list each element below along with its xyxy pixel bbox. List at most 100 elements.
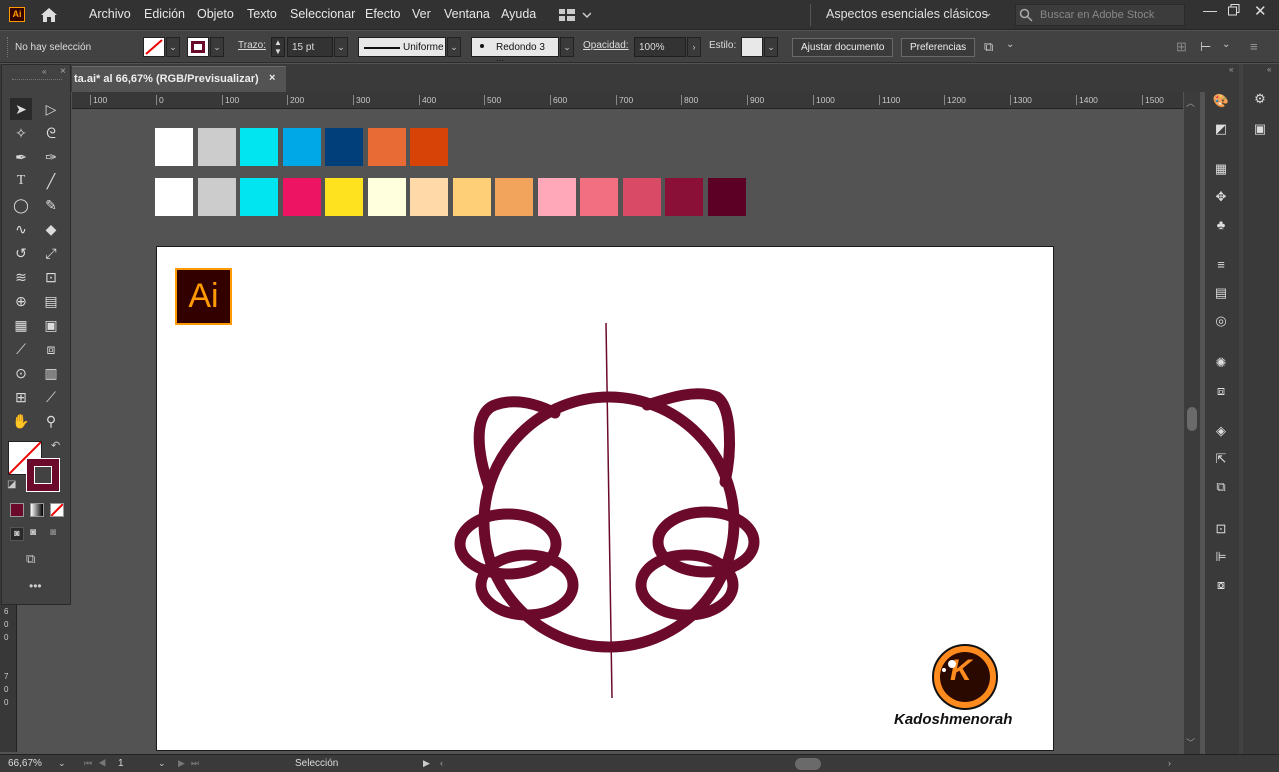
stroke-swatch[interactable]: [187, 37, 209, 57]
appearance-icon[interactable]: ✺: [1211, 354, 1231, 372]
color-swatch[interactable]: [580, 178, 618, 216]
stroke-weight-input[interactable]: 15 pt: [287, 37, 333, 57]
fill-dropdown[interactable]: ⌄: [166, 37, 180, 57]
shaper-tool-icon[interactable]: ∿: [10, 218, 32, 240]
scroll-left-icon[interactable]: ‹: [440, 758, 443, 768]
layers-icon[interactable]: ◈: [1211, 422, 1231, 440]
tab-document[interactable]: ta.ai* al 66,67% (RGB/Previsualizar) ×: [72, 66, 286, 92]
minimize-icon[interactable]: —: [1203, 2, 1217, 18]
brush-dropdown[interactable]: ⌄: [560, 37, 574, 57]
export-asset-icon[interactable]: ⇱: [1211, 450, 1231, 468]
color-swatch[interactable]: [622, 178, 661, 216]
perspective-grid-tool-icon[interactable]: ▤: [40, 290, 62, 312]
color-swatch[interactable]: [367, 128, 406, 166]
transparency-icon[interactable]: ◎: [1211, 312, 1231, 330]
gradient-tool-icon[interactable]: ▣: [40, 314, 62, 336]
scale-tool-icon[interactable]: ⤢: [40, 242, 62, 264]
opacity-input[interactable]: 100%: [634, 37, 686, 57]
artboards-icon[interactable]: ⧉: [1211, 478, 1231, 496]
color-swatch[interactable]: [707, 178, 746, 216]
draw-normal-icon[interactable]: ◙: [10, 527, 24, 541]
color-swatch[interactable]: [155, 178, 193, 216]
curvature-tool-icon[interactable]: ✑: [40, 146, 62, 168]
menu-texto[interactable]: Texto: [247, 7, 277, 21]
menu-edicion[interactable]: Edición: [144, 7, 185, 21]
artboard-tool-icon[interactable]: ⊞: [10, 386, 32, 408]
menu-ventana[interactable]: Ventana: [444, 7, 490, 21]
color-swatch[interactable]: [197, 178, 236, 216]
stock-search-input[interactable]: Buscar en Adobe Stock: [1015, 4, 1185, 26]
stroke-label[interactable]: Trazo:: [238, 40, 266, 51]
workspace-switcher[interactable]: Aspectos esenciales clásicos: [826, 7, 988, 21]
color-swatch[interactable]: [410, 128, 448, 166]
draw-inside-icon[interactable]: ◙: [50, 527, 56, 538]
fill-none-swatch[interactable]: [143, 37, 165, 57]
color-swatch[interactable]: [325, 128, 363, 166]
stroke-stepper[interactable]: ▲ ▼: [271, 37, 285, 57]
stroke-dropdown[interactable]: ⌄: [210, 37, 224, 57]
chevron-down-icon[interactable]: ⌄: [1006, 39, 1014, 50]
close-tab-icon[interactable]: ×: [269, 72, 275, 84]
chevron-down-icon[interactable]: ⌄: [58, 758, 66, 769]
artboard-number[interactable]: 1: [118, 758, 124, 769]
direct-selection-tool-icon[interactable]: ▷: [40, 98, 62, 120]
status-menu-icon[interactable]: ▶: [423, 758, 430, 769]
eyedropper-tool-icon[interactable]: ⟋: [10, 338, 32, 360]
brushes-icon[interactable]: ✥: [1211, 188, 1231, 206]
vertical-scroll-thumb[interactable]: [1187, 407, 1197, 431]
color-swatch[interactable]: [155, 128, 193, 166]
gradient-mode-icon[interactable]: [30, 503, 44, 517]
pathfinder-icon[interactable]: ⧇: [1211, 576, 1231, 594]
slice-tool-icon[interactable]: ⟋: [40, 386, 62, 408]
color-swatch[interactable]: [665, 178, 703, 216]
brush-definition[interactable]: Redondo 3 ...: [471, 37, 559, 64]
color-swatch[interactable]: [240, 128, 278, 166]
hand-tool-icon[interactable]: ✋: [10, 410, 32, 432]
screen-mode-icon[interactable]: ⧉: [26, 551, 35, 567]
menu-archivo[interactable]: Archivo: [89, 7, 131, 21]
zoom-tool-icon[interactable]: ⚲: [40, 410, 62, 432]
menu-ayuda[interactable]: Ayuda: [501, 7, 536, 21]
gradient-icon[interactable]: ▤: [1211, 284, 1231, 302]
color-swatch[interactable]: [495, 178, 533, 216]
align-panel-icon[interactable]: ⊫: [1211, 548, 1231, 566]
preferences-button[interactable]: Preferencias: [901, 38, 976, 57]
color-swatch[interactable]: [452, 178, 491, 216]
opacity-label[interactable]: Opacidad:: [583, 40, 629, 51]
collapse-panel-icon[interactable]: «: [1267, 65, 1271, 74]
type-tool-icon[interactable]: T: [10, 170, 32, 192]
scroll-up-icon[interactable]: ︿: [1186, 96, 1195, 109]
color-swatch[interactable]: [282, 178, 321, 216]
menu-ver[interactable]: Ver: [412, 7, 431, 21]
color-swatch[interactable]: [410, 178, 448, 216]
symbol-sprayer-tool-icon[interactable]: ⊙: [10, 362, 32, 384]
paintbrush-tool-icon[interactable]: ✎: [40, 194, 62, 216]
profile-dropdown[interactable]: ⌄: [447, 37, 461, 57]
magic-wand-tool-icon[interactable]: ✧: [10, 122, 32, 144]
chevron-down-icon[interactable]: ⌄: [158, 758, 166, 769]
collapse-panel-icon[interactable]: «: [1229, 65, 1233, 74]
color-swatch[interactable]: [367, 178, 406, 216]
draw-behind-icon[interactable]: ◙: [30, 527, 36, 538]
free-transform-tool-icon[interactable]: ⊡: [40, 266, 62, 288]
color-mode-icon[interactable]: [10, 503, 24, 517]
artboard-nav-prev-icon[interactable]: ⏮◀: [84, 758, 112, 769]
eraser-tool-icon[interactable]: ◆: [40, 218, 62, 240]
chevron-down-icon[interactable]: ⌄: [984, 8, 992, 19]
horizontal-ruler[interactable]: 100 0 100 200 300 400 500 600 700 800 900 1000 1100 1…: [72, 92, 1183, 109]
zoom-level[interactable]: 66,67%: [8, 758, 42, 769]
artboard[interactable]: Ai K: [156, 246, 1054, 751]
pen-tool-icon[interactable]: ✒: [10, 146, 32, 168]
more-tools-icon[interactable]: •••: [29, 579, 42, 593]
chevron-down-icon[interactable]: ⌄: [1222, 39, 1230, 50]
blend-tool-icon[interactable]: ⧈: [40, 338, 62, 360]
swap-colors-icon[interactable]: ↶: [51, 439, 60, 452]
horizontal-scroll-thumb[interactable]: [795, 758, 821, 770]
color-swatch[interactable]: [240, 178, 278, 216]
artboard-nav-next-icon[interactable]: ▶⏭: [178, 758, 205, 769]
color-swatch[interactable]: [537, 178, 576, 216]
left-cheek-upper[interactable]: [454, 508, 562, 580]
selection-tool-icon[interactable]: ➤: [10, 98, 32, 120]
layout-grid-icon[interactable]: [559, 8, 592, 25]
warp-tool-icon[interactable]: ≋: [10, 266, 32, 288]
